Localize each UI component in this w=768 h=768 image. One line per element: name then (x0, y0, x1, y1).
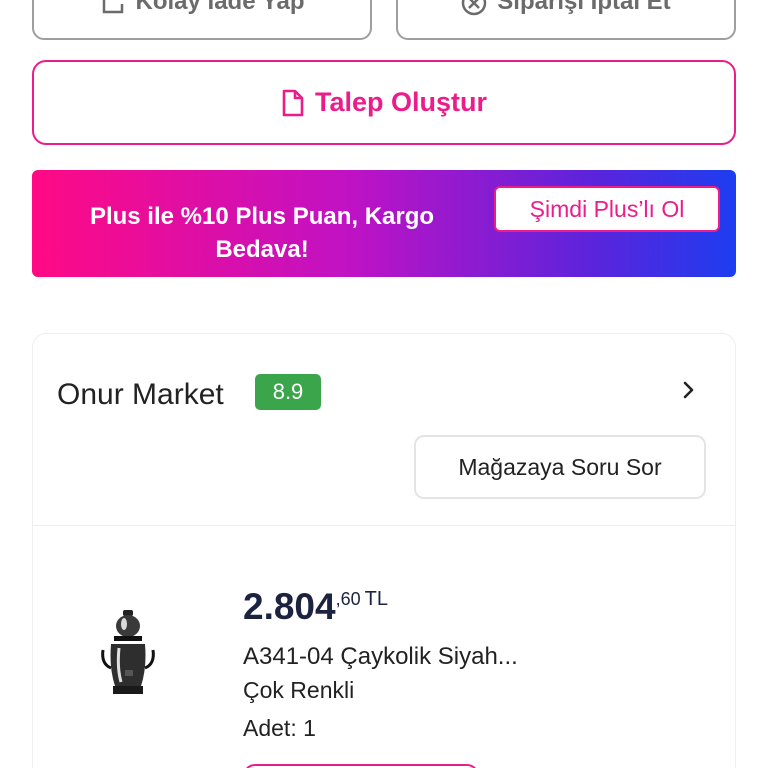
cancel-order-label: Siparişi İptal Et (497, 0, 671, 15)
price-currency: TL (364, 588, 388, 610)
chevron-right-icon[interactable] (679, 378, 699, 402)
store-name[interactable]: Onur Market (57, 378, 224, 412)
easy-return-button[interactable]: Kolay İade Yap (32, 0, 372, 40)
product-quantity: Adet: 1 (243, 715, 316, 741)
divider (33, 525, 735, 526)
cancel-circle-icon (462, 0, 487, 16)
product-price: 2.804,60 TL (243, 586, 388, 628)
product-action-button[interactable] (243, 764, 479, 768)
plus-promo-banner: Plus ile %10 Plus Puan, Kargo Bedava! Şi… (32, 170, 736, 277)
product-color: Çok Renkli (243, 677, 355, 703)
cancel-order-button[interactable]: Siparişi İptal Et (396, 0, 736, 40)
store-order-card: Onur Market 8.9 Mağazaya Soru Sor 2.804,… (32, 333, 736, 768)
price-decimal: ,60 (335, 589, 361, 609)
create-request-button[interactable]: Talep Oluştur (32, 60, 736, 145)
price-main: 2.804 (243, 586, 336, 627)
document-icon (282, 89, 304, 116)
product-name[interactable]: A341-04 Çaykolik Siyah... (243, 643, 518, 671)
become-plus-button[interactable]: Şimdi Plus’lı Ol (494, 186, 720, 232)
easy-return-label: Kolay İade Yap (135, 0, 305, 15)
store-rating-badge: 8.9 (255, 374, 321, 410)
samovar-product-image[interactable] (99, 608, 159, 700)
ask-store-button[interactable]: Mağazaya Soru Sor (414, 435, 706, 499)
plus-promo-text: Plus ile %10 Plus Puan, Kargo Bedava! (89, 203, 435, 263)
return-box-icon (102, 0, 123, 14)
create-request-label: Talep Oluştur (314, 87, 488, 117)
